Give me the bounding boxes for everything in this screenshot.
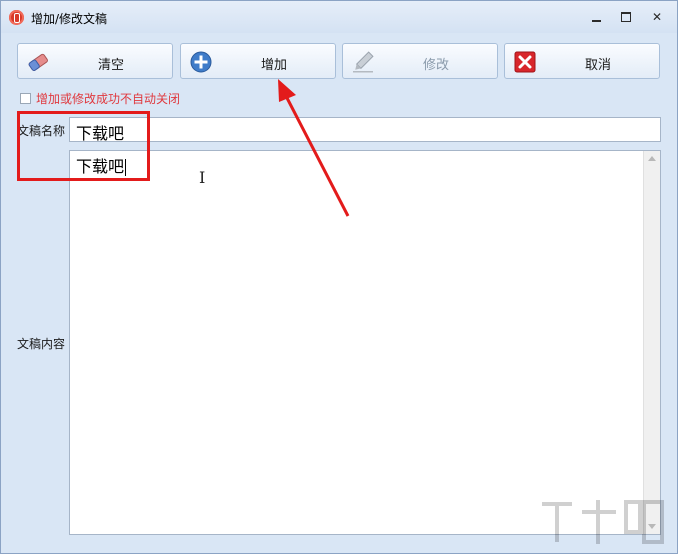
content-field-label: 文稿内容: [17, 337, 66, 351]
content-scrollbar[interactable]: [643, 151, 660, 534]
plus-circle-icon: [190, 51, 212, 73]
cancel-button-label: 取消: [584, 58, 611, 73]
dialog-window: 增加/修改文稿 ✕ 清空 增加 修改 取消 增加或修改成功不自动关闭 文稿名称 …: [0, 0, 678, 554]
name-input[interactable]: 下载吧: [69, 117, 661, 143]
no-autoclose-checkbox[interactable]: [20, 93, 31, 104]
content-textarea[interactable]: 下载吧: [69, 150, 661, 535]
add-button[interactable]: 增加: [180, 43, 336, 79]
clear-button-label: 清空: [97, 58, 124, 73]
clear-button[interactable]: 清空: [17, 43, 173, 79]
ibeam-cursor-icon: I: [199, 168, 206, 187]
cancel-button[interactable]: 取消: [504, 43, 660, 79]
no-autoclose-label[interactable]: 增加或修改成功不自动关闭: [36, 90, 180, 107]
edit-button[interactable]: 修改: [342, 43, 498, 79]
add-button-label: 增加: [260, 58, 287, 73]
close-icon[interactable]: ✕: [649, 9, 665, 25]
watermark-logo: [542, 500, 664, 544]
cancel-x-icon: [514, 51, 536, 73]
minimize-icon[interactable]: [589, 9, 605, 25]
maximize-icon[interactable]: [618, 9, 634, 25]
title-bar[interactable]: 增加/修改文稿 ✕: [1, 1, 677, 33]
app-icon: [9, 10, 24, 25]
eraser-icon: [28, 53, 48, 71]
scroll-up-icon[interactable]: [648, 156, 656, 161]
window-title: 增加/修改文稿: [31, 12, 108, 26]
edit-button-label: 修改: [422, 58, 449, 73]
pencil-icon: [353, 51, 374, 73]
annotation-highlight-box: [17, 111, 150, 181]
